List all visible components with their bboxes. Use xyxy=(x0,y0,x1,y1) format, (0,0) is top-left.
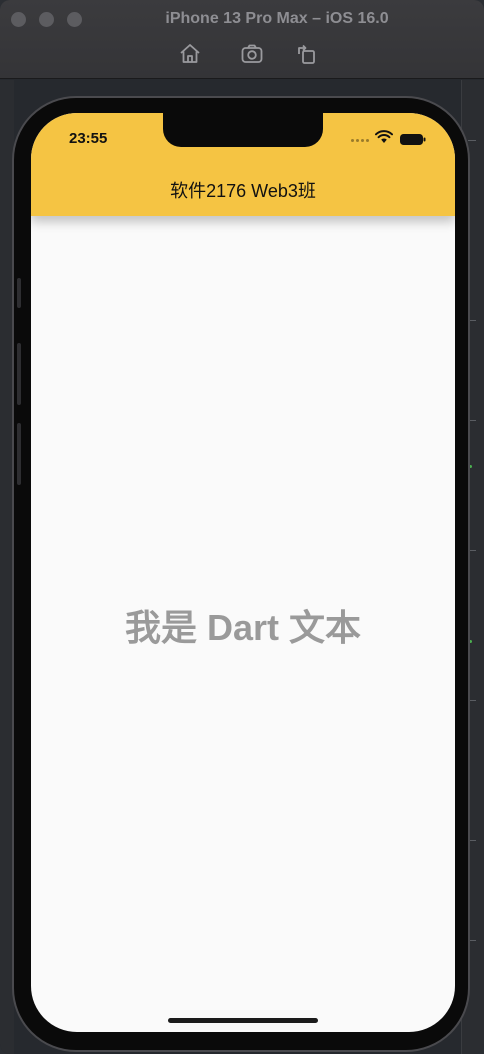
camera-notch xyxy=(163,113,323,147)
simulator-window: iPhone 13 Pro Max – iOS 16.0 23:55 软件217… xyxy=(0,0,484,1054)
camera-icon[interactable] xyxy=(240,42,264,66)
app-bar: 23:55 软件2176 Web3班 xyxy=(31,113,455,216)
window-title: iPhone 13 Pro Max – iOS 16.0 xyxy=(165,10,389,27)
close-window-button[interactable] xyxy=(11,12,26,27)
window-titlebar: iPhone 13 Pro Max – iOS 16.0 xyxy=(0,0,484,79)
home-indicator[interactable] xyxy=(168,1018,318,1023)
mute-switch xyxy=(17,278,21,308)
status-time: 23:55 xyxy=(69,130,108,147)
device-screen[interactable]: 23:55 软件2176 Web3班 我是 Dart 文本 xyxy=(31,113,455,1032)
app-bar-title: 软件2176 Web3班 xyxy=(170,181,316,201)
minimize-window-button[interactable] xyxy=(39,12,54,27)
home-icon[interactable] xyxy=(178,42,202,66)
rotate-icon[interactable] xyxy=(295,42,319,66)
volume-down-button xyxy=(17,423,21,485)
volume-up-button xyxy=(17,343,21,405)
signal-dots-icon xyxy=(351,139,371,143)
wifi-icon xyxy=(375,130,393,144)
body-text: 我是 Dart 文本 xyxy=(124,607,362,648)
zoom-window-button[interactable] xyxy=(67,12,82,27)
battery-icon xyxy=(400,132,426,145)
